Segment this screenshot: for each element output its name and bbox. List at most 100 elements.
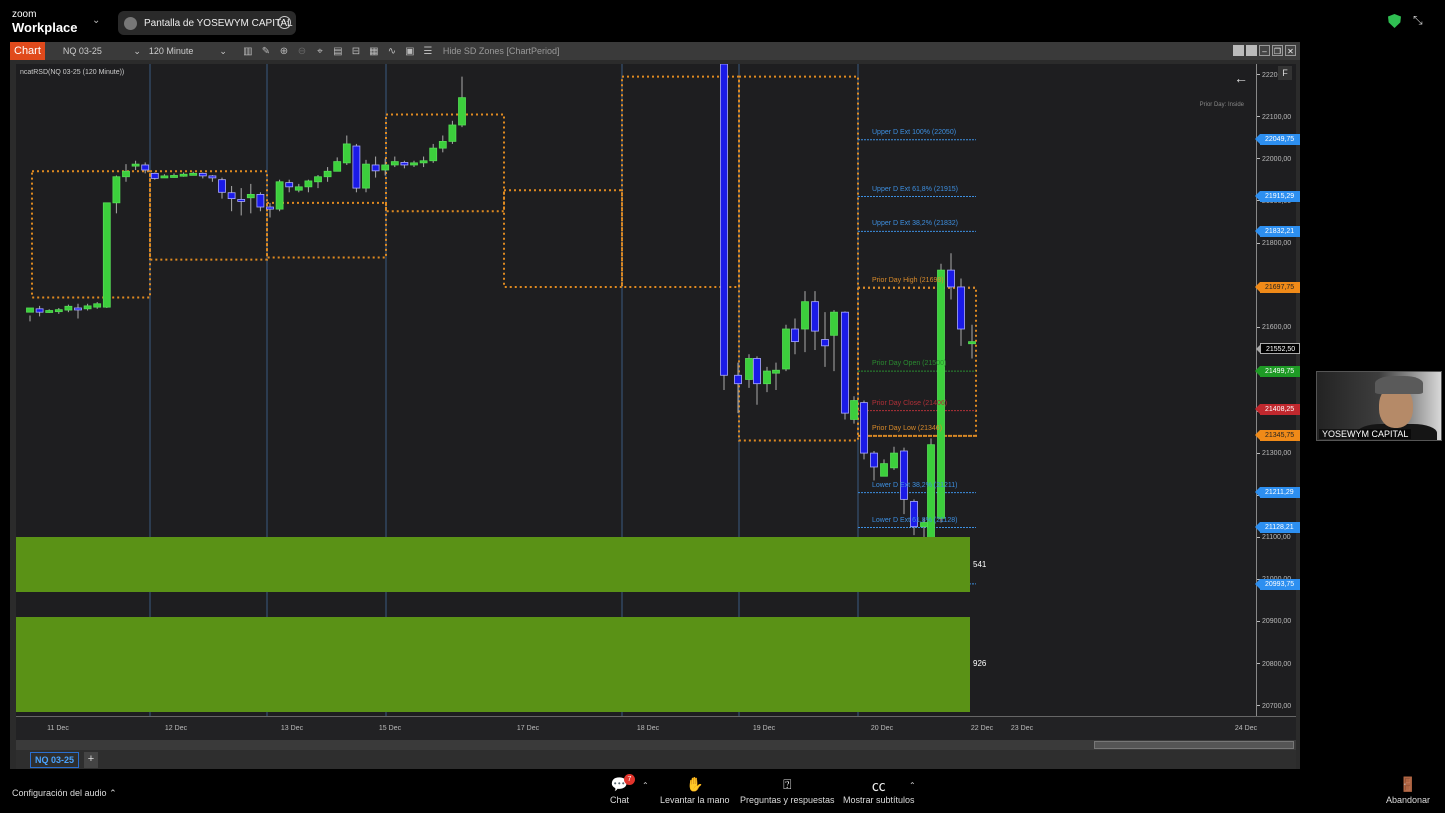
f-button[interactable]: F	[1278, 66, 1292, 80]
candle-body	[112, 176, 121, 204]
candle-body	[314, 176, 322, 183]
candle-body	[782, 328, 790, 370]
indicators-list-icon[interactable]: ☰	[422, 46, 434, 57]
chat-options-caret-icon[interactable]: ⌃	[642, 781, 649, 790]
participant-video[interactable]: YOSEWYM CAPITAL	[1316, 371, 1442, 441]
candle-body	[734, 374, 742, 385]
candle-body	[947, 269, 955, 288]
minimize-icon[interactable]: –	[1259, 45, 1270, 56]
x-tick-label: 20 Dec	[870, 725, 894, 732]
candle-body	[122, 170, 130, 178]
chevron-down-icon: ⌄	[219, 45, 227, 56]
prior-day-status: Prior Day: Inside	[1199, 102, 1244, 108]
zone-count-label: 926	[973, 659, 987, 669]
strategies-icon[interactable]: ∿	[386, 46, 398, 57]
price-marker: 21408,25	[1255, 404, 1300, 416]
supply-demand-zone[interactable]	[16, 537, 970, 592]
x-tick-label: 18 Dec	[636, 725, 660, 732]
drawing-tool-icon[interactable]: ✎	[260, 46, 272, 57]
back-arrow-icon[interactable]: ←	[1234, 70, 1248, 86]
window-option-1[interactable]	[1233, 45, 1244, 56]
price-panel[interactable]: ncatRSD(NQ 03-25 (120 Minute)) Prior Day…	[16, 64, 1256, 716]
candle-body	[801, 301, 809, 330]
properties-icon[interactable]: ▣	[404, 46, 416, 57]
cc-icon: ㏄	[871, 778, 886, 794]
leave-button[interactable]: 🚪 Abandonar	[1386, 776, 1430, 805]
exit-fullscreen-icon[interactable]: ⤡	[1413, 13, 1423, 28]
price-marker: 22049,75	[1255, 134, 1300, 146]
instrument-tab[interactable]: NQ 03-25	[30, 752, 80, 768]
captions-options-caret-icon[interactable]: ⌃	[909, 781, 916, 790]
prior-day-range-box	[149, 170, 268, 261]
chat-label: Chat	[610, 795, 630, 805]
interval-selector[interactable]: 120 Minute ⌄	[145, 44, 231, 58]
candle-body	[438, 140, 447, 149]
x-tick-label: 19 Dec	[752, 725, 776, 732]
candle-body	[246, 193, 255, 199]
y-tick-label: 20800,00	[1257, 661, 1291, 668]
participant-name: YOSEWYM CAPITAL	[1319, 429, 1412, 439]
candle-body	[170, 175, 178, 178]
indicator-label: ncatRSD(NQ 03-25 (120 Minute))	[20, 69, 125, 76]
captions-button[interactable]: ㏄ Mostrar subtítulos	[843, 776, 915, 805]
price-axis[interactable]: 22200,0022100,0022000,0021900,0021800,00…	[1255, 64, 1300, 716]
presenter-avatar-icon	[124, 16, 137, 30]
price-marker: 21211,29	[1255, 487, 1300, 498]
level-label: Upper D Ext 100% (22050)	[872, 128, 957, 136]
price-marker: 21832,21	[1255, 225, 1300, 237]
data-box-icon[interactable]: ▤	[332, 46, 344, 57]
qa-button[interactable]: ⍰ Preguntas y respuestas	[740, 776, 835, 805]
x-tick-label: 23 Dec	[1010, 725, 1034, 732]
add-tab-button[interactable]: +	[84, 752, 98, 768]
more-options-icon[interactable]: ···	[278, 16, 291, 29]
bar-style-icon[interactable]: ▥	[242, 46, 254, 57]
time-axis[interactable]: 11 Dec 12 Dec 13 Dec 15 Dec 17 Dec 18 Dec 19 D…	[16, 716, 1296, 740]
price-marker: 21915,29	[1255, 190, 1300, 202]
zoom-in-icon[interactable]: ⊕	[278, 46, 290, 57]
candle-body	[371, 164, 380, 172]
templates-icon[interactable]: ▦	[368, 46, 380, 57]
zoom-out-icon[interactable]: ⊖	[296, 46, 308, 57]
candle-body	[45, 310, 54, 313]
raise-hand-label: Levantar la mano	[660, 795, 730, 805]
zoom-brand-small: zoom	[12, 9, 37, 20]
candle-body	[390, 161, 399, 166]
prior-day-range-box	[31, 170, 151, 299]
candle-body	[83, 305, 92, 310]
candle-body	[841, 311, 849, 414]
raise-hand-button[interactable]: ✋ Levantar la mano	[660, 776, 730, 805]
candle-body	[342, 143, 351, 164]
chart-menu-button[interactable]: Chart	[10, 42, 45, 60]
chat-button[interactable]: 💬 7 Chat	[610, 774, 635, 805]
security-shield-icon[interactable]	[1388, 14, 1401, 28]
y-tick-label: 21300,00	[1257, 450, 1291, 457]
interval-value: 120 Minute	[148, 46, 194, 56]
restore-icon[interactable]: ❐	[1272, 45, 1283, 56]
window-option-2[interactable]	[1246, 45, 1257, 56]
candle-body	[256, 193, 265, 208]
crosshair-icon[interactable]: ⌖	[314, 46, 326, 57]
candle-body	[900, 450, 908, 500]
candle-body	[458, 97, 466, 126]
close-icon[interactable]: ✕	[1285, 45, 1296, 56]
raise-hand-icon: ✋	[686, 776, 704, 792]
audio-settings-button[interactable]: Configuración del audio ⌃	[12, 788, 117, 799]
chart-toolbar: Chart NQ 03-25 ⌄ 120 Minute ⌄ ▥ ✎ ⊕ ⊖ ⌖ …	[10, 42, 1300, 60]
chat-badge: 7	[624, 774, 635, 785]
candle-body	[275, 181, 284, 210]
scrollbar-thumb[interactable]	[1094, 741, 1294, 749]
chart-trader-icon[interactable]: ⊟	[350, 46, 362, 57]
horizontal-scrollbar[interactable]	[16, 740, 1296, 750]
x-tick-label: 24 Dec	[1234, 725, 1258, 732]
candle-body	[880, 463, 888, 477]
candle-body	[968, 341, 976, 345]
supply-demand-zone[interactable]	[16, 617, 970, 712]
candle-body	[772, 369, 780, 374]
hide-sd-zones-button[interactable]: Hide SD Zones [ChartPeriod]	[443, 46, 560, 56]
instrument-tab-row: NQ 03-25 +	[16, 750, 1296, 769]
instrument-selector[interactable]: NQ 03-25 ⌄	[59, 44, 145, 58]
screen-share-pill[interactable]: Pantalla de YOSEWYM CAPITAL ···	[118, 11, 296, 35]
candle-body	[294, 186, 303, 191]
chevron-down-icon[interactable]: ⌄	[92, 15, 100, 26]
level-label: Prior Day High (21698)	[872, 276, 944, 284]
